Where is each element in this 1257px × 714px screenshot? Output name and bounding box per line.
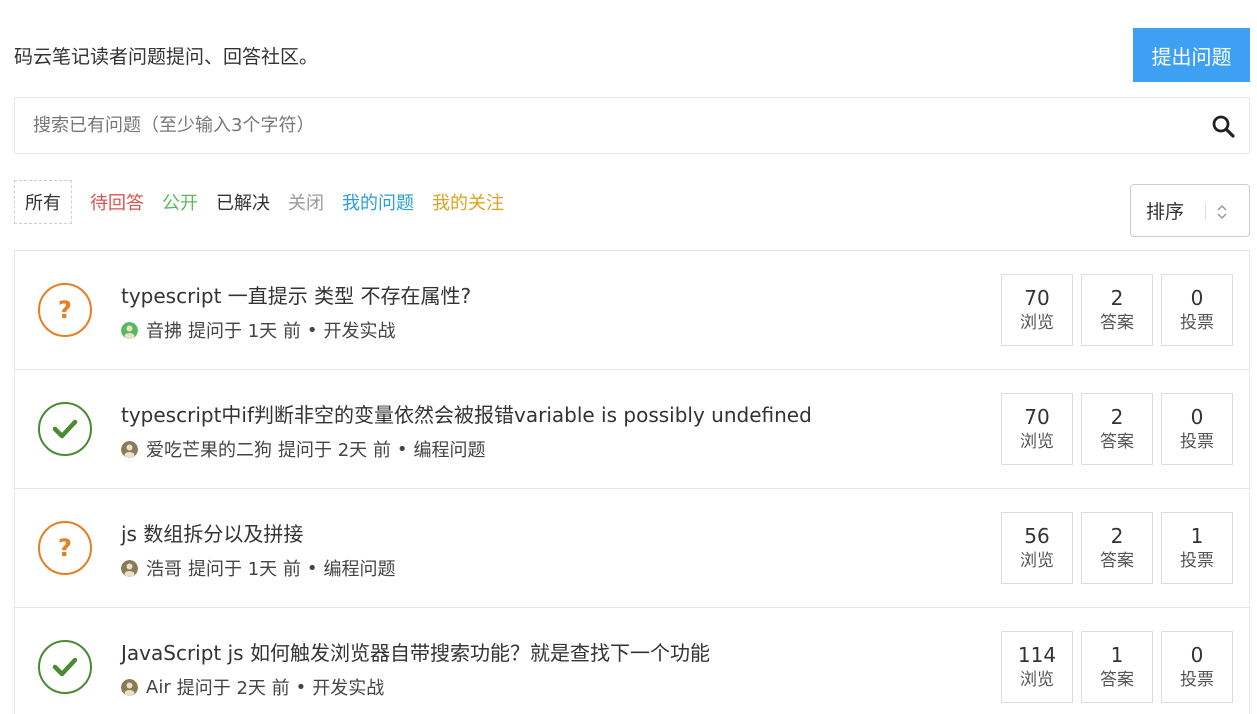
question-title[interactable]: typescript中if判断非空的变量依然会被报错variable is po…	[121, 399, 812, 428]
category-link[interactable]: 开发实战	[324, 317, 396, 343]
answers-stat: 1 答案	[1081, 631, 1153, 703]
question-list: ? typescript 一直提示 类型 不存在属性? 音拂 提问于 1天 前 • 开发实…	[14, 250, 1250, 714]
answers-count: 2	[1110, 524, 1124, 548]
asked-time: 提问于 2天 前	[176, 678, 290, 699]
votes-stat: 1 投票	[1161, 512, 1233, 584]
answers-count: 1	[1110, 643, 1124, 667]
question-meta: 浩哥 提问于 1天 前 • 编程问题	[121, 555, 402, 581]
filter-tab[interactable]: 我的关注	[432, 185, 504, 219]
asked-time: 提问于 1天 前	[188, 321, 301, 342]
community-intro: 码云笔记读者问题提问、回答社区。	[14, 46, 319, 68]
avatar[interactable]	[121, 559, 138, 577]
meta-bullet: •	[295, 676, 307, 698]
views-count: 70	[1024, 286, 1050, 310]
filter-tab[interactable]: 待回答	[90, 185, 144, 219]
avatar[interactable]	[121, 678, 138, 696]
question-stats: 70 浏览 2 答案 0 投票	[993, 393, 1233, 465]
author-name[interactable]: Air	[146, 677, 171, 698]
question-row: typescript中if判断非空的变量依然会被报错variable is po…	[15, 370, 1249, 489]
views-label: 浏览	[1020, 551, 1054, 571]
asked-time: 提问于 2天 前	[278, 440, 391, 461]
votes-count: 0	[1190, 286, 1204, 310]
filter-tab[interactable]: 关闭	[288, 185, 324, 219]
author-name[interactable]: 音拂	[146, 317, 182, 343]
sort-label: 排序	[1146, 201, 1185, 223]
question-row: ? typescript 一直提示 类型 不存在属性? 音拂 提问于 1天 前 • 开发实…	[15, 251, 1249, 370]
views-count: 56	[1024, 524, 1050, 548]
question-meta: Air 提问于 2天 前 • 开发实战	[121, 674, 390, 700]
search-input[interactable]	[15, 98, 1195, 153]
avatar[interactable]	[121, 440, 138, 458]
votes-stat: 0 投票	[1161, 274, 1233, 346]
sort-divider	[1205, 203, 1206, 220]
answers-label: 答案	[1100, 432, 1134, 452]
views-label: 浏览	[1020, 670, 1054, 690]
views-stat: 114 浏览	[1001, 631, 1073, 703]
meta-bullet: •	[306, 319, 318, 341]
category-link[interactable]: 编程问题	[324, 555, 396, 581]
votes-count: 0	[1190, 643, 1204, 667]
answers-stat: 2 答案	[1081, 274, 1153, 346]
category-link[interactable]: 开发实战	[312, 674, 384, 700]
header: 码云笔记读者问题提问、回答社区。 提出问题	[14, 28, 1250, 82]
filter-tab[interactable]: 公开	[162, 185, 198, 219]
category-link[interactable]: 编程问题	[414, 436, 486, 462]
question-meta: 爱吃芒果的二狗 提问于 2天 前 • 编程问题	[121, 436, 492, 462]
author-name[interactable]: 浩哥	[146, 555, 182, 581]
question-row: JavaScript js 如何触发浏览器自带搜索功能？就是查找下一个功能 Air…	[15, 608, 1249, 714]
views-label: 浏览	[1020, 313, 1054, 333]
views-label: 浏览	[1020, 432, 1054, 452]
views-count: 114	[1017, 643, 1057, 667]
answers-label: 答案	[1100, 551, 1134, 571]
question-stats: 70 浏览 2 答案 0 投票	[993, 274, 1233, 346]
answers-stat: 2 答案	[1081, 512, 1153, 584]
votes-count: 1	[1190, 524, 1204, 548]
views-stat: 70 浏览	[1001, 393, 1073, 465]
views-stat: 70 浏览	[1001, 274, 1073, 346]
answers-label: 答案	[1100, 313, 1134, 333]
answers-count: 2	[1110, 405, 1124, 429]
answers-count: 2	[1110, 286, 1124, 310]
filter-tab[interactable]: 我的问题	[342, 185, 414, 219]
author-name[interactable]: 爱吃芒果的二狗	[146, 436, 272, 462]
question-mark-icon: ?	[38, 521, 92, 575]
question-row: ? js 数组拆分以及拼接浩哥 提问于 1天 前 • 编程问题 56 浏览 2 答案 1 投票	[15, 489, 1249, 608]
question-title[interactable]: typescript 一直提示 类型 不存在属性?	[121, 280, 471, 309]
answers-label: 答案	[1100, 670, 1134, 690]
question-meta: 音拂 提问于 1天 前 • 开发实战	[121, 317, 402, 343]
votes-label: 投票	[1180, 551, 1214, 571]
votes-label: 投票	[1180, 432, 1214, 452]
qa-page: 码云笔记读者问题提问、回答社区。 提出问题 所有待回答公开已解决关闭我的问题我的…	[0, 0, 1257, 714]
question-stats: 56 浏览 2 答案 1 投票	[993, 512, 1233, 584]
filter-tab[interactable]: 已解决	[216, 185, 270, 219]
meta-bullet: •	[306, 557, 318, 579]
ask-question-button[interactable]: 提出问题	[1133, 28, 1250, 82]
sort-arrows-icon	[1217, 204, 1227, 220]
votes-stat: 0 投票	[1161, 393, 1233, 465]
filter-tabs: 所有 待回答 公开 已解决 关闭 我的问题 我的关注	[14, 180, 522, 224]
views-count: 70	[1024, 405, 1050, 429]
check-icon	[38, 402, 92, 456]
search-bar	[14, 97, 1250, 154]
votes-label: 投票	[1180, 670, 1214, 690]
check-icon	[38, 640, 92, 694]
asked-time: 提问于 1天 前	[188, 559, 301, 580]
question-title[interactable]: js 数组拆分以及拼接	[121, 518, 303, 547]
views-stat: 56 浏览	[1001, 512, 1073, 584]
avatar[interactable]	[121, 321, 138, 339]
votes-label: 投票	[1180, 313, 1214, 333]
sort-select[interactable]: 排序	[1130, 184, 1250, 237]
meta-bullet: •	[396, 438, 408, 460]
question-stats: 114 浏览 1 答案 0 投票	[993, 631, 1233, 703]
votes-count: 0	[1190, 405, 1204, 429]
question-title[interactable]: JavaScript js 如何触发浏览器自带搜索功能？就是查找下一个功能	[121, 637, 710, 666]
question-mark-icon: ?	[38, 283, 92, 337]
search-icon[interactable]	[1211, 114, 1235, 138]
filter-tab[interactable]: 所有	[14, 180, 72, 224]
answers-stat: 2 答案	[1081, 393, 1153, 465]
votes-stat: 0 投票	[1161, 631, 1233, 703]
